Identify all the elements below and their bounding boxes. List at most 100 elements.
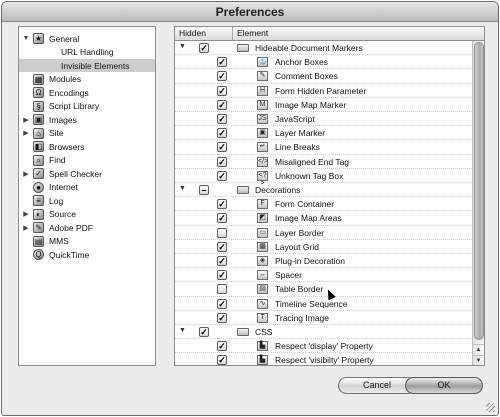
element-label: Timeline Sequence — [275, 298, 348, 309]
sidebar-item-url-handling[interactable]: URL Handling — [19, 46, 155, 59]
hidden-checkbox[interactable]: ✓ — [217, 85, 227, 96]
sidebar-item-label: Log — [49, 195, 64, 206]
hidden-checkbox[interactable]: ✓ — [217, 341, 227, 352]
table-row[interactable]: ✓ F Form Container — [175, 197, 472, 212]
disclosure-closed-icon[interactable]: ▶ — [19, 129, 33, 137]
hidden-checkbox[interactable]: ✓ — [217, 270, 227, 281]
table-group-row[interactable]: – ▼ Decorations — [175, 183, 472, 198]
table-row[interactable]: ✓ ◩ Image Map Areas — [175, 211, 472, 226]
element-label: Respect 'display' Property — [275, 341, 373, 352]
sidebar-item-browsers[interactable]: ◧ Browsers — [19, 140, 155, 153]
group-hidden-checkbox[interactable]: ✓ — [199, 43, 209, 53]
hidden-checkbox[interactable]: ✓ — [217, 355, 227, 365]
group-hidden-checkbox[interactable]: – — [199, 185, 209, 195]
form-hidden-icon: H — [257, 85, 268, 96]
sidebar-item-spell-checker[interactable]: ▶ ✓ Spell Checker — [19, 167, 155, 180]
ok-button[interactable]: OK — [405, 377, 483, 394]
element-label: Layer Marker — [275, 128, 326, 139]
sidebar-item-internet[interactable]: ● Internet — [19, 181, 155, 194]
sidebar-item-modules[interactable]: ▦ Modules — [19, 73, 155, 86]
element-label: Table Border — [275, 284, 324, 295]
table-row[interactable]: ✓ ▙ Respect 'visibilty' Property — [175, 353, 472, 365]
table-group-row[interactable]: ✓ ▼ Hideable Document Markers — [175, 41, 472, 56]
hidden-checkbox[interactable]: ✓ — [217, 256, 227, 266]
sidebar-item-script-library[interactable]: § Script Library — [19, 100, 155, 113]
table-row[interactable]: ✓ ⚓ Anchor Boxes — [175, 55, 472, 70]
sidebar-item-images[interactable]: ▶ ▣ Images — [19, 113, 155, 126]
table-row[interactable]: ✓ ◈ Plug-in Decoration — [175, 254, 472, 269]
adobe-pdf-icon: ✎ — [33, 222, 44, 233]
table-row[interactable]: ✓ ▦ Layout Grid — [175, 240, 472, 254]
hidden-checkbox[interactable] — [217, 227, 227, 238]
hidden-checkbox[interactable]: ✓ — [217, 99, 227, 110]
table-row[interactable]: ✓ <?> Unknown Tag Box — [175, 169, 472, 187]
table-row[interactable]: ✓ </> Misaligned End Tag — [175, 155, 472, 169]
hidden-checkbox[interactable]: ✓ — [217, 142, 227, 153]
group-hidden-checkbox[interactable]: ✓ — [199, 327, 209, 337]
column-header-element[interactable]: Element — [233, 27, 484, 40]
sidebar-item-general[interactable]: ▼ ★ General — [19, 32, 155, 45]
hidden-checkbox[interactable]: ✓ — [217, 298, 227, 309]
resize-grip-icon[interactable] — [486, 403, 495, 412]
sidebar-item-label: Internet — [49, 182, 78, 192]
table-group-row[interactable]: ✓ ▼ CSS — [175, 325, 472, 340]
hidden-checkbox[interactable]: ✓ — [217, 114, 227, 124]
vertical-scrollbar[interactable]: ▲ ▼ — [472, 41, 484, 365]
hidden-checkbox[interactable]: ✓ — [217, 71, 227, 82]
javascript-icon: JS — [257, 114, 268, 124]
table-row[interactable]: ✓ ▙ Respect 'display' Property — [175, 339, 472, 354]
sidebar-item-find[interactable]: ⌕ Find — [19, 154, 155, 167]
hidden-checkbox[interactable]: ✓ — [217, 312, 227, 323]
column-header-hidden[interactable]: Hidden — [175, 27, 233, 40]
table-row[interactable]: ✓ ✎ Comment Boxes — [175, 69, 472, 84]
hidden-checkbox[interactable] — [217, 284, 227, 295]
table-row[interactable]: ✓ M Image Map Marker — [175, 98, 472, 112]
layer-border-icon: ▭ — [257, 227, 268, 238]
table-row[interactable]: ✓ ↵ Line Breaks — [175, 140, 472, 155]
sidebar-item-quicktime[interactable]: Q QuickTime — [19, 248, 155, 261]
table-row[interactable]: ▭ Layer Border — [175, 226, 472, 240]
scroll-down-arrow-icon[interactable]: ▼ — [473, 355, 484, 365]
sidebar-item-mms[interactable]: ▤ MMS — [19, 235, 155, 248]
disclosure-closed-icon[interactable]: ▶ — [19, 224, 33, 232]
disclosure-open-icon[interactable]: ▼ — [19, 35, 33, 42]
hidden-checkbox[interactable]: ✓ — [217, 57, 227, 68]
table-row[interactable]: ✓ T Tracing Image — [175, 311, 472, 325]
sidebar-item-site[interactable]: ▶ ⌂ Site — [19, 127, 155, 140]
group-label: Decorations — [255, 185, 301, 195]
table-header: Hidden Element — [175, 27, 484, 41]
sidebar-item-encodings[interactable]: Ω Encodings — [19, 86, 155, 99]
table-border-icon: ▤ — [257, 284, 268, 295]
sidebar-item-adobe-pdf[interactable]: ▶ ✎ Adobe PDF — [19, 221, 155, 234]
layer-marker-icon: ▣ — [257, 128, 268, 139]
disclosure-open-icon[interactable]: ▼ — [179, 327, 186, 334]
hidden-checkbox[interactable]: ✓ — [217, 128, 227, 139]
hidden-checkbox[interactable]: ✓ — [217, 241, 227, 252]
sidebar-item-label: Adobe PDF — [49, 222, 93, 233]
table-row[interactable]: ✓ ▣ Layer Marker — [175, 126, 472, 141]
hidden-checkbox[interactable]: ✓ — [217, 170, 227, 181]
disclosure-closed-icon[interactable]: ▶ — [19, 170, 33, 178]
sidebar-item-label: Browsers — [49, 141, 85, 152]
sidebar-item-label: Source — [49, 209, 76, 219]
disclosure-open-icon[interactable]: ▼ — [179, 185, 186, 192]
disclosure-closed-icon[interactable]: ▶ — [19, 116, 33, 124]
sidebar-item-label: Images — [49, 114, 77, 125]
hidden-checkbox[interactable]: ✓ — [217, 213, 227, 224]
scrollbar-thumb[interactable] — [474, 42, 484, 340]
table-row[interactable]: ✓ H Form Hidden Parameter — [175, 84, 472, 98]
table-row[interactable]: ✓ ∿ Timeline Sequence — [175, 297, 472, 311]
sidebar-item-invisible-elements[interactable]: Invisible Elements — [19, 59, 155, 72]
hidden-checkbox[interactable]: ✓ — [217, 156, 227, 167]
table-row[interactable]: ▤ Table Border — [175, 282, 472, 297]
sidebar-item-source[interactable]: ▶ ◐ Source — [19, 208, 155, 221]
element-label: Layer Border — [275, 227, 325, 238]
sidebar-item-log[interactable]: ≡ Log — [19, 194, 155, 207]
disclosure-closed-icon[interactable]: ▶ — [19, 210, 33, 218]
scroll-up-arrow-icon[interactable]: ▲ — [473, 344, 484, 355]
table-row[interactable]: ✓ JS JavaScript — [175, 112, 472, 127]
sidebar-item-label: Spell Checker — [49, 168, 102, 179]
disclosure-open-icon[interactable]: ▼ — [179, 43, 186, 50]
hidden-checkbox[interactable]: ✓ — [217, 199, 227, 210]
table-row[interactable]: ✓ ↔ Spacer — [175, 268, 472, 283]
